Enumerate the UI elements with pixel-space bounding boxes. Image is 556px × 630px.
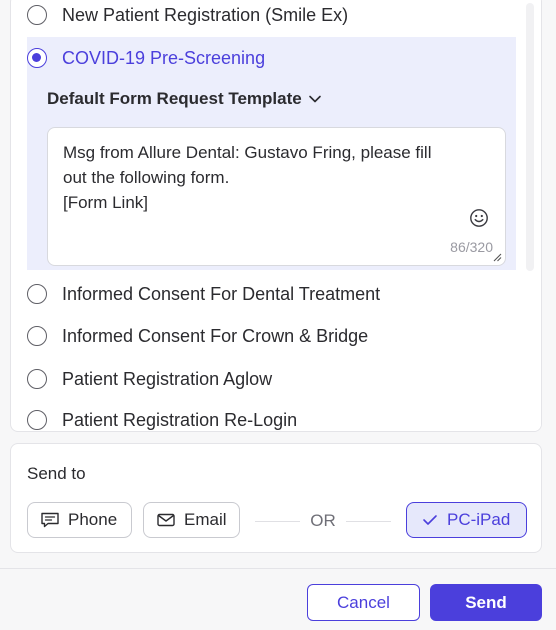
radio-unchecked[interactable] [27,284,47,304]
or-label: OR [310,511,336,530]
send-button[interactable]: Send [430,584,542,621]
radio-unchecked[interactable] [27,326,47,346]
form-option-label: Informed Consent For Crown & Bridge [62,325,369,346]
divider-line [345,520,391,522]
cancel-button[interactable]: Cancel [307,584,420,621]
message-textarea[interactable]: Msg from Allure Dental: Gustavo Fring, p… [47,127,506,266]
pc-ipad-button[interactable]: PC-iPad [406,502,527,538]
form-option-covid-pre-screening[interactable]: COVID-19 Pre-Screening [27,40,515,76]
form-option-informed-consent-crown[interactable]: Informed Consent For Crown & Bridge [27,318,515,354]
emoji-icon[interactable] [469,208,489,228]
form-option-label: COVID-19 Pre-Screening [62,47,266,68]
chevron-down-icon [308,95,321,103]
message-text[interactable]: Msg from Allure Dental: Gustavo Fring, p… [63,140,483,215]
form-option-informed-consent-dental[interactable]: Informed Consent For Dental Treatment [27,276,515,312]
form-option-label: Informed Consent For Dental Treatment [62,283,381,304]
check-icon [423,515,437,525]
template-dropdown-label: Default Form Request Template [47,89,302,108]
radio-unchecked[interactable] [27,5,47,25]
template-dropdown[interactable]: Default Form Request Template [47,89,322,109]
chat-icon [41,512,59,528]
form-option-patient-registration-partial[interactable]: Patient Registration Re-Login [27,402,515,431]
form-option-label: Patient Registration Re-Login [62,409,298,430]
selected-form-panel: COVID-19 Pre-Screening Default Form Requ… [27,37,516,270]
phone-button-label: Phone [68,510,118,529]
form-option-label: New Patient Registration (Smile Ex) [62,4,349,25]
pc-ipad-button-label: PC-iPad [447,510,511,529]
form-option-new-patient-registration[interactable]: New Patient Registration (Smile Ex) [27,0,515,33]
radio-unchecked[interactable] [27,410,47,430]
or-divider: OR [255,511,391,531]
radio-checked[interactable] [27,48,47,68]
email-button-label: Email [184,510,227,529]
send-to-card: Send to Phone Email OR PC-iPad [10,443,542,553]
form-list-card: New Patient Registration (Smile Ex) COVI… [10,0,542,432]
radio-unchecked[interactable] [27,369,47,389]
cancel-button-label: Cancel [337,592,390,612]
send-to-title: Send to [27,464,86,483]
form-option-patient-registration-aglow[interactable]: Patient Registration Aglow [27,361,515,397]
form-option-label: Patient Registration Aglow [62,368,273,389]
character-counter: 86/320 [450,239,493,255]
scrollbar[interactable] [521,0,541,431]
divider-line [255,520,301,522]
phone-button[interactable]: Phone [27,502,132,538]
footer-divider [0,568,556,569]
resize-handle-icon[interactable] [492,252,502,262]
scrollbar-thumb[interactable] [526,3,534,271]
send-button-label: Send [465,592,507,612]
mail-icon [157,513,175,527]
email-button[interactable]: Email [143,502,240,538]
